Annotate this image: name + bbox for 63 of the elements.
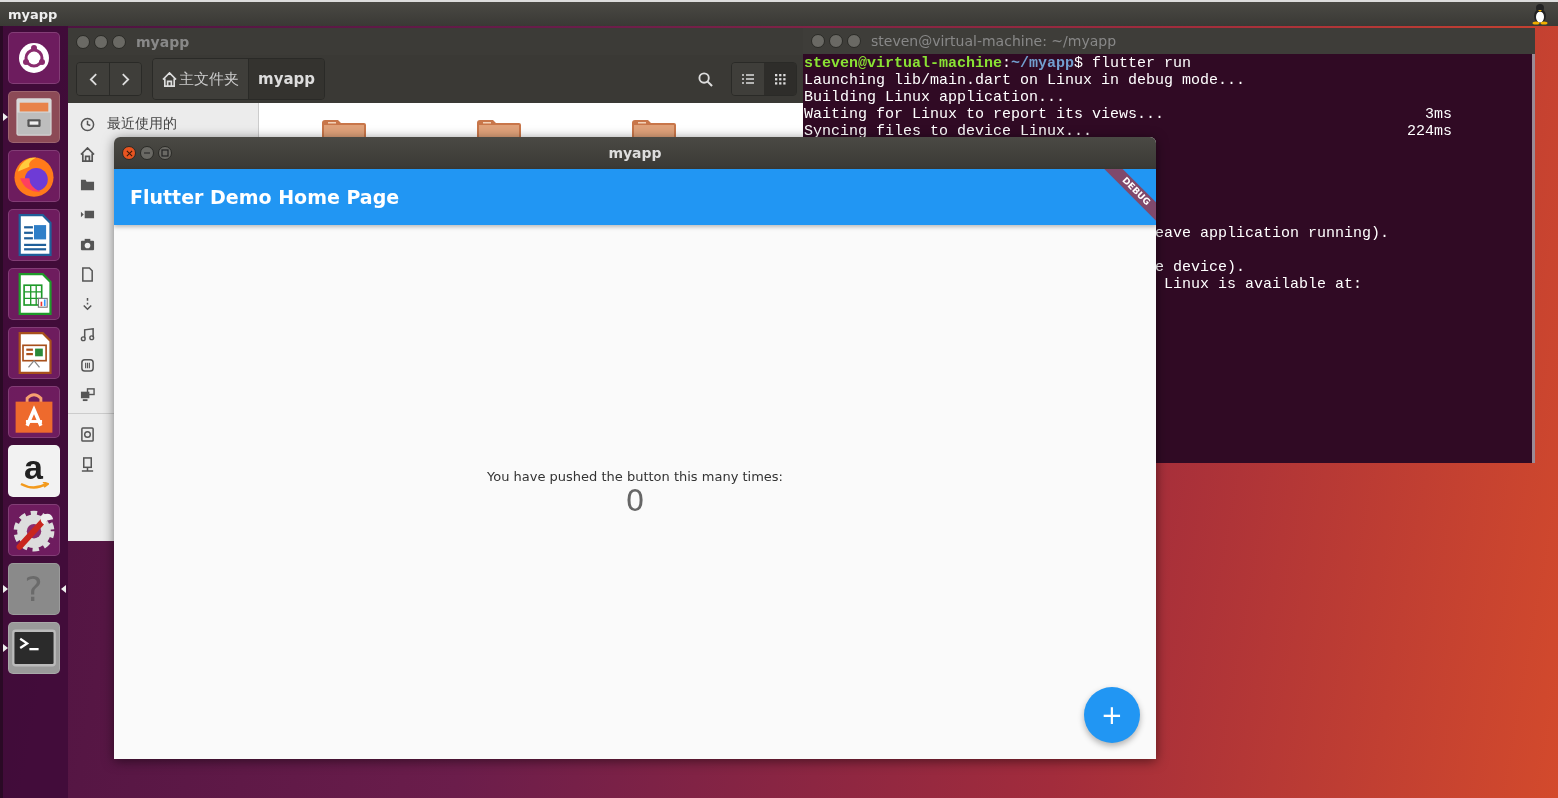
home-icon xyxy=(80,146,95,162)
launcher-item[interactable]: a xyxy=(7,445,60,497)
path-button[interactable]: myapp xyxy=(248,59,324,99)
connect-icon xyxy=(80,456,95,472)
minimize-button[interactable] xyxy=(829,34,843,48)
terminal-time: 224ms xyxy=(1407,123,1453,140)
terminal-line: Syncing files to device Linux... xyxy=(804,123,1093,140)
launcher-item[interactable] xyxy=(7,268,60,320)
window-title: steven@virtual-machine: ~/myapp xyxy=(871,33,1117,49)
window-title: myapp xyxy=(136,33,190,50)
app-bar-title: Flutter Demo Home Page xyxy=(130,186,400,208)
list-view-button[interactable] xyxy=(732,63,764,95)
maximize-button[interactable] xyxy=(847,34,861,48)
smile-arrow-icon xyxy=(18,482,49,490)
window-title: myapp xyxy=(608,145,662,161)
chevron-right-icon xyxy=(121,72,130,86)
close-icon xyxy=(125,149,133,157)
home-icon xyxy=(162,71,177,87)
pictures-icon xyxy=(80,236,95,252)
launcher-item[interactable] xyxy=(7,91,60,143)
grid-icon xyxy=(774,73,786,85)
network-icon xyxy=(80,386,95,402)
terminal-line: eave application running). xyxy=(1155,225,1390,242)
maximize-button[interactable] xyxy=(112,34,126,49)
launcher-item[interactable] xyxy=(7,209,60,261)
terminal-line: Building Linux application... xyxy=(804,89,1066,106)
grid-view-button[interactable] xyxy=(764,63,796,95)
maximize-button[interactable] xyxy=(158,146,172,160)
maximize-icon xyxy=(161,149,169,157)
recent-icon xyxy=(80,116,95,132)
minimize-button[interactable] xyxy=(94,34,108,49)
back-button[interactable] xyxy=(77,63,109,95)
sidebar-item[interactable]: 最近使用的 xyxy=(107,115,177,133)
terminal-line: Waiting for Linux to report its views... xyxy=(804,106,1165,123)
chevron-left-icon xyxy=(88,72,98,86)
launcher-item[interactable] xyxy=(7,150,60,202)
counter-label: You have pushed the button this many times: xyxy=(487,468,783,484)
counter-value: 0 xyxy=(625,483,645,518)
terminal-time: 3ms xyxy=(1425,106,1453,123)
music-icon xyxy=(80,326,95,342)
close-button[interactable] xyxy=(76,34,90,49)
close-button[interactable] xyxy=(811,34,825,48)
minimize-button[interactable] xyxy=(140,146,154,160)
launcher-item[interactable] xyxy=(7,32,60,84)
forward-button[interactable] xyxy=(109,63,141,95)
terminal-line: steven@virtual-machine:~/myapp$ flutter run xyxy=(804,55,1193,72)
minimize-icon xyxy=(143,149,151,157)
search-icon xyxy=(697,71,713,87)
computer-icon xyxy=(80,426,95,442)
launcher-item[interactable] xyxy=(7,622,60,674)
terminal-line: Launching lib/main.dart on Linux in debug mode... xyxy=(804,72,1246,89)
terminal-line: e device). xyxy=(1155,259,1246,276)
path-button[interactable]: 主文件夹 xyxy=(153,59,248,99)
terminal-line: Linux is available at: xyxy=(1163,276,1363,293)
list-icon xyxy=(742,74,754,84)
documents-icon xyxy=(80,266,95,282)
trash-icon xyxy=(80,356,95,372)
launcher-item[interactable] xyxy=(7,504,60,556)
penguin-icon[interactable] xyxy=(1530,3,1550,25)
launcher-item[interactable] xyxy=(7,327,60,379)
close-button[interactable] xyxy=(122,146,136,160)
top-bar-title: myapp xyxy=(8,6,58,22)
launcher-item[interactable] xyxy=(7,386,60,438)
